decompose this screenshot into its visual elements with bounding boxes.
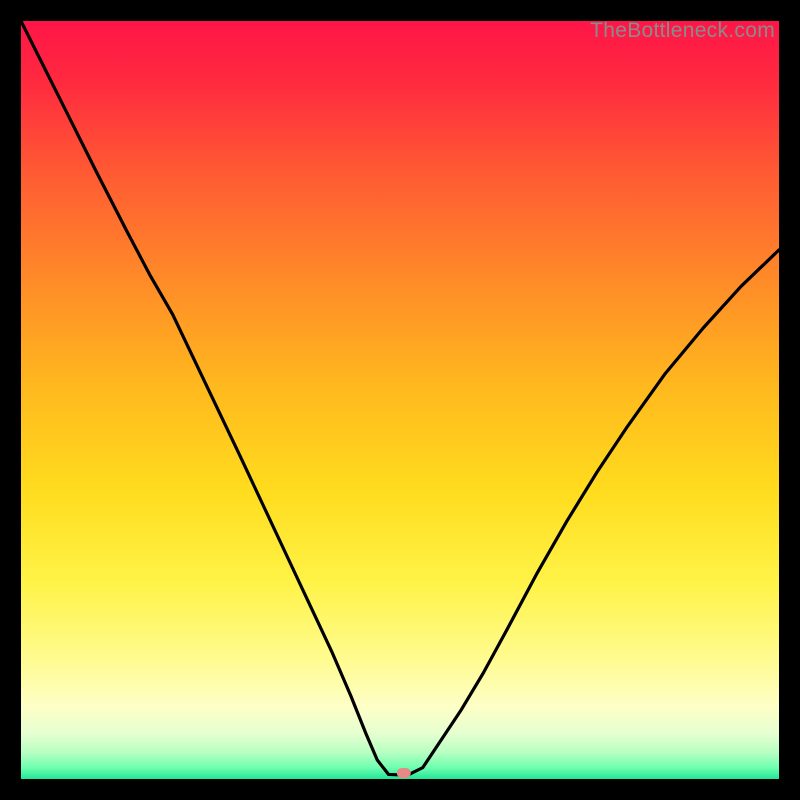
bottleneck-chart [21, 21, 779, 779]
gradient-background [21, 21, 779, 779]
optimal-point-marker [397, 768, 411, 778]
watermark-text: TheBottleneck.com [590, 19, 775, 43]
chart-frame: TheBottleneck.com [21, 21, 779, 779]
